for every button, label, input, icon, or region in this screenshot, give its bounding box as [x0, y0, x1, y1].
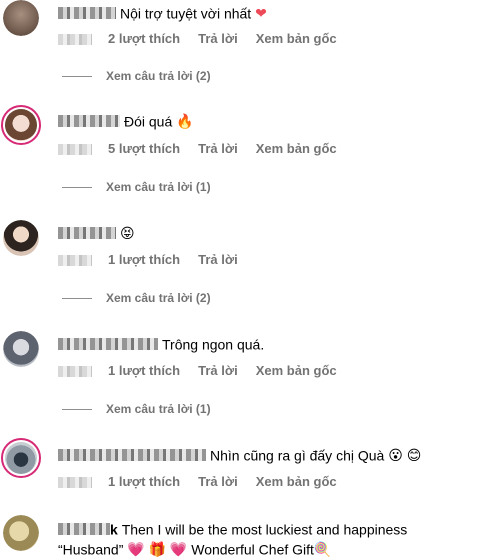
- view-replies-label: Xem câu trả lời (1): [106, 402, 211, 416]
- username[interactable]: [58, 115, 120, 128]
- comment-text-line: k Then I will be the most luckiest and h…: [58, 518, 407, 539]
- comment-body-tail: Wonderful Chef Gift: [191, 541, 314, 558]
- see-original-button[interactable]: Xem bản gốc: [256, 31, 337, 46]
- reply-button[interactable]: Trả lời: [198, 363, 238, 378]
- avatar[interactable]: [3, 220, 39, 256]
- avatar[interactable]: [3, 515, 39, 551]
- avatar[interactable]: [3, 331, 39, 367]
- view-replies-button[interactable]: Xem câu trả lời (1): [62, 180, 211, 194]
- username[interactable]: [58, 449, 206, 462]
- comment-text-line: Nội trợ tuyệt vời nhất ❤: [58, 2, 267, 23]
- timestamp: [58, 477, 92, 489]
- view-replies-button[interactable]: Xem câu trả lời (1): [62, 402, 211, 416]
- username[interactable]: [58, 338, 158, 351]
- username[interactable]: [58, 523, 110, 536]
- comment-body: Nhìn cũng ra gì đấy chị Quà: [210, 447, 385, 464]
- fire-emoji: 🔥: [176, 113, 194, 130]
- likes-count[interactable]: 1 lượt thích: [108, 363, 180, 378]
- likes-count[interactable]: 2 lượt thích: [108, 31, 180, 46]
- comment-meta: 2 lượt thích Trả lời Xem bản gốc: [58, 31, 355, 47]
- comment-body-quote: “Husband”: [58, 541, 124, 558]
- timestamp: [58, 144, 92, 156]
- timestamp: [58, 34, 92, 46]
- avatar[interactable]: [1, 105, 41, 145]
- comment-text-line: Đói quá 🔥: [58, 110, 194, 131]
- view-replies-label: Xem câu trả lời (1): [106, 180, 211, 194]
- username-suffix: k: [110, 521, 118, 538]
- see-original-button[interactable]: Xem bản gốc: [256, 363, 337, 378]
- comment-text-line: 😝: [58, 222, 135, 243]
- timestamp: [58, 255, 92, 267]
- reply-button[interactable]: Trả lời: [198, 141, 238, 156]
- comment-meta: 1 lượt thích Trả lời Xem bản gốc: [58, 474, 355, 490]
- comment-text-line: Trông ngon quá.: [58, 333, 264, 354]
- divider: [62, 187, 92, 189]
- comment-body: Then I will be the most luckiest and hap…: [121, 521, 408, 538]
- divider: [62, 298, 92, 300]
- comment-text-line-2: “Husband” 💗 🎁 💗 Wonderful Chef Gift🍭: [58, 538, 331, 559]
- heart-emoji: ❤: [255, 5, 267, 22]
- comment-body: Nội trợ tuyệt vời nhất: [120, 5, 252, 22]
- view-replies-button[interactable]: Xem câu trả lời (2): [62, 69, 211, 83]
- lollipop-emoji: 🍭: [313, 541, 332, 558]
- comment-body: Trông ngon quá.: [162, 336, 265, 353]
- avatar[interactable]: [3, 0, 39, 36]
- avatar[interactable]: [1, 438, 41, 478]
- tongue-emoji: 😝: [120, 225, 135, 242]
- divider: [62, 409, 92, 411]
- comment-meta: 1 lượt thích Trả lời Xem bản gốc: [58, 363, 355, 379]
- reply-button[interactable]: Trả lời: [198, 474, 238, 489]
- reply-button[interactable]: Trả lời: [198, 252, 238, 267]
- heart-gift-emoji: 💗 🎁 💗: [127, 541, 188, 558]
- comment-body: Đói quá: [124, 113, 173, 130]
- timestamp: [58, 366, 92, 378]
- see-original-button[interactable]: Xem bản gốc: [256, 474, 337, 489]
- comment-text-line: Nhìn cũng ra gì đấy chị Quà 😮 😊: [58, 444, 421, 465]
- username[interactable]: [58, 227, 116, 240]
- comment-meta: 1 lượt thích Trả lời: [58, 252, 256, 268]
- view-replies-label: Xem câu trả lời (2): [106, 69, 211, 83]
- see-original-button[interactable]: Xem bản gốc: [256, 141, 337, 156]
- likes-count[interactable]: 1 lượt thích: [108, 474, 180, 489]
- view-replies-label: Xem câu trả lời (2): [106, 291, 211, 305]
- view-replies-button[interactable]: Xem câu trả lời (2): [62, 291, 211, 305]
- surprised-smile-emoji: 😮 😊: [388, 447, 422, 464]
- username[interactable]: [58, 7, 116, 20]
- likes-count[interactable]: 1 lượt thích: [108, 252, 180, 267]
- divider: [62, 76, 92, 78]
- reply-button[interactable]: Trả lời: [198, 31, 238, 46]
- comment-meta: 5 lượt thích Trả lời Xem bản gốc: [58, 141, 355, 157]
- likes-count[interactable]: 5 lượt thích: [108, 141, 180, 156]
